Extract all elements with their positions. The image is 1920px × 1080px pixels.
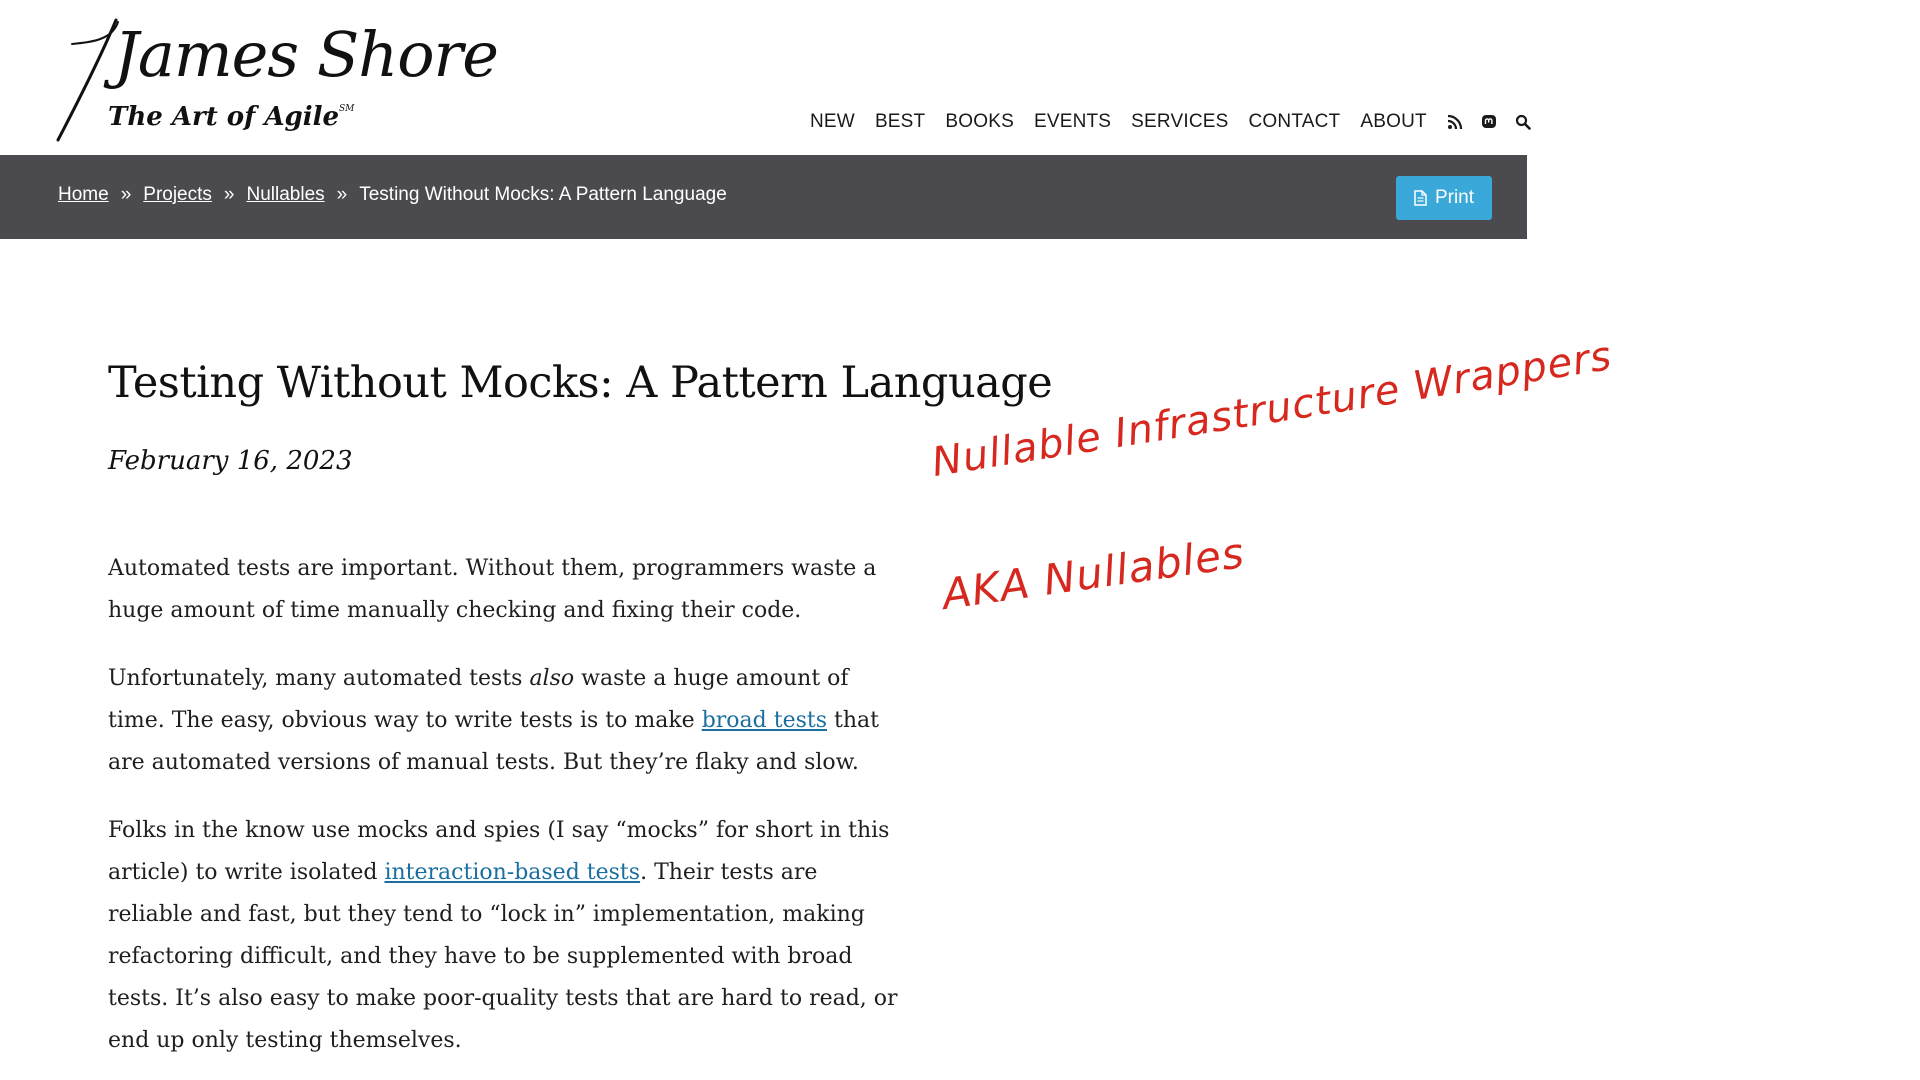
- text: Unfortunately, many automated tests: [108, 666, 530, 691]
- breadcrumb-separator: »: [223, 184, 235, 205]
- annotation-line-2: AKA Nullables: [939, 528, 1248, 619]
- page-title: Testing Without Mocks: A Pattern Languag…: [108, 358, 1053, 408]
- print-label: Print: [1434, 187, 1475, 208]
- paragraph: Unfortunately, many automated tests also…: [108, 658, 908, 784]
- article-date: February 16, 2023: [108, 446, 353, 476]
- service-mark: SM: [339, 104, 355, 114]
- logo-name: James Shore: [114, 18, 499, 91]
- broad-tests-link[interactable]: broad tests: [702, 708, 827, 733]
- text: . Their tests are reliable and fast, but…: [108, 860, 898, 1053]
- breadcrumb-separator: »: [120, 184, 132, 205]
- paragraph: Automated tests are important. Without t…: [108, 556, 877, 623]
- breadcrumb-projects[interactable]: Projects: [143, 184, 212, 206]
- emphasis: also: [529, 666, 575, 691]
- breadcrumb-nullables[interactable]: Nullables: [246, 184, 324, 206]
- annotation-line-1: Nullable Infrastructure Wrappers: [928, 332, 1616, 486]
- logo-tagline-text: The Art of Agile: [108, 102, 340, 132]
- nav-best[interactable]: BEST: [875, 111, 925, 133]
- breadcrumb-bar: Home » Projects » Nullables » Testing Wi…: [0, 155, 1527, 239]
- breadcrumb-home[interactable]: Home: [58, 184, 109, 206]
- main-nav: NEW BEST BOOKS EVENTS SERVICES CONTACT A…: [810, 107, 1549, 137]
- site-header: James Shore The Art of AgileSM NEW BEST …: [0, 0, 1920, 155]
- page: James Shore The Art of AgileSM NEW BEST …: [0, 0, 1920, 1080]
- paragraph: Folks in the know use mocks and spies (I…: [108, 810, 908, 1062]
- breadcrumb-current: Testing Without Mocks: A Pattern Languag…: [359, 184, 727, 205]
- breadcrumb-separator: »: [336, 184, 348, 205]
- nav-new[interactable]: NEW: [810, 111, 855, 133]
- nav-about[interactable]: ABOUT: [1360, 111, 1426, 133]
- nav-contact[interactable]: CONTACT: [1249, 111, 1341, 133]
- breadcrumb: Home » Projects » Nullables » Testing Wi…: [58, 184, 727, 206]
- nav-events[interactable]: EVENTS: [1034, 111, 1111, 133]
- document-icon: [1414, 190, 1427, 206]
- logo-tagline: The Art of AgileSM: [108, 102, 354, 132]
- site-logo[interactable]: James Shore The Art of AgileSM: [52, 14, 499, 144]
- article-body: Automated tests are important. Without t…: [108, 548, 908, 1080]
- interaction-based-tests-link[interactable]: interaction-based tests: [384, 860, 640, 885]
- nav-books[interactable]: BOOKS: [945, 111, 1014, 133]
- print-button[interactable]: Print: [1396, 176, 1492, 220]
- search-icon[interactable]: [1515, 114, 1531, 130]
- mastodon-icon[interactable]: [1481, 114, 1497, 130]
- nav-services[interactable]: SERVICES: [1131, 111, 1228, 133]
- rss-icon[interactable]: [1447, 114, 1463, 130]
